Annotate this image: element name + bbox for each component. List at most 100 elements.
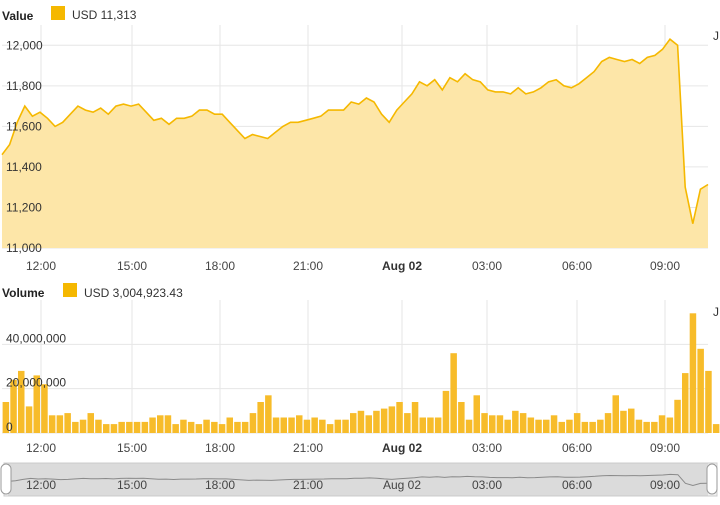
volume-bar bbox=[180, 420, 187, 433]
volume-bar bbox=[327, 424, 334, 433]
value-x-tick-label: 15:00 bbox=[117, 259, 147, 273]
volume-bar bbox=[57, 415, 64, 433]
volume-bar bbox=[296, 415, 303, 433]
volume-bar bbox=[335, 420, 342, 433]
volume-bar bbox=[643, 422, 650, 433]
volume-bar bbox=[474, 395, 481, 433]
volume-bar bbox=[396, 402, 403, 433]
volume-bar bbox=[559, 422, 566, 433]
navigator-selection[interactable] bbox=[8, 463, 708, 496]
navigator[interactable]: 12:0015:0018:0021:00Aug 0203:0006:0009:0… bbox=[1, 463, 717, 496]
volume-x-tick-label: 06:00 bbox=[562, 441, 592, 455]
volume-x-axis: 12:0015:0018:0021:00Aug 0203:0006:0009:0… bbox=[26, 441, 680, 455]
volume-bar bbox=[219, 424, 226, 433]
volume-y-tick-label: 20,000,000 bbox=[6, 376, 66, 390]
volume-bar bbox=[188, 422, 195, 433]
volume-bar bbox=[103, 424, 110, 433]
volume-bar bbox=[520, 413, 527, 433]
volume-bar bbox=[651, 422, 658, 433]
volume-bar bbox=[667, 418, 674, 434]
value-x-tick-label: 12:00 bbox=[26, 259, 56, 273]
volume-bar bbox=[574, 413, 581, 433]
navigator-right-handle[interactable] bbox=[707, 464, 717, 494]
volume-bar bbox=[304, 420, 311, 433]
value-x-tick-label: 06:00 bbox=[562, 259, 592, 273]
volume-bar bbox=[443, 391, 450, 433]
navigator-label: Aug 02 bbox=[383, 478, 421, 492]
volume-bar bbox=[620, 411, 627, 433]
volume-x-tick-label: 21:00 bbox=[293, 441, 323, 455]
volume-legend-label[interactable]: USD 3,004,923.43 bbox=[84, 286, 183, 300]
value-y-tick-label: 11,800 bbox=[6, 79, 42, 93]
volume-bar bbox=[111, 424, 118, 433]
volume-bar bbox=[450, 353, 457, 433]
value-legend-swatch[interactable] bbox=[51, 6, 65, 20]
value-area bbox=[2, 39, 708, 248]
volume-bar bbox=[196, 424, 203, 433]
value-y-tick-label: 11,000 bbox=[6, 241, 42, 255]
volume-grid bbox=[2, 300, 708, 433]
volume-bar bbox=[126, 422, 133, 433]
volume-bar bbox=[551, 415, 558, 433]
volume-bar bbox=[674, 400, 681, 433]
navigator-left-handle[interactable] bbox=[1, 464, 11, 494]
volume-bar bbox=[211, 422, 218, 433]
volume-x-tick-label: 09:00 bbox=[650, 441, 680, 455]
volume-bar bbox=[659, 415, 666, 433]
volume-bar bbox=[682, 373, 689, 433]
volume-x-tick-label: 15:00 bbox=[117, 441, 147, 455]
volume-bar bbox=[636, 420, 643, 433]
volume-bar bbox=[118, 422, 125, 433]
volume-bar bbox=[628, 409, 635, 433]
volume-bar bbox=[342, 420, 349, 433]
volume-bar bbox=[404, 413, 411, 433]
volume-bar bbox=[489, 415, 496, 433]
volume-bar bbox=[566, 420, 573, 433]
navigator-label: 09:00 bbox=[650, 478, 680, 492]
volume-panel-title: Volume bbox=[2, 286, 45, 300]
value-legend-label[interactable]: USD 11,313 bbox=[72, 8, 137, 22]
volume-bar bbox=[88, 413, 95, 433]
volume-bar bbox=[273, 418, 280, 434]
volume-bar bbox=[582, 422, 589, 433]
volume-bar bbox=[149, 418, 156, 434]
value-corner-label: J bbox=[713, 29, 719, 43]
volume-bar bbox=[613, 395, 620, 433]
navigator-label: 03:00 bbox=[472, 478, 502, 492]
navigator-label: 15:00 bbox=[117, 478, 147, 492]
volume-bar bbox=[311, 418, 318, 434]
volume-bar bbox=[350, 413, 357, 433]
volume-bar bbox=[373, 411, 380, 433]
volume-bar bbox=[49, 415, 56, 433]
chart-container: Value USD 11,313 J Volume USD 3,004,923.… bbox=[0, 0, 720, 500]
value-y-tick-label: 12,000 bbox=[6, 38, 43, 52]
value-x-tick-label: 03:00 bbox=[472, 259, 502, 273]
volume-legend-swatch[interactable] bbox=[63, 283, 77, 297]
volume-x-tick-label: 18:00 bbox=[205, 441, 235, 455]
volume-bar bbox=[697, 349, 704, 433]
volume-bar bbox=[366, 415, 373, 433]
value-y-tick-label: 11,200 bbox=[6, 201, 42, 215]
volume-bar bbox=[26, 406, 33, 433]
navigator-label: 21:00 bbox=[293, 478, 323, 492]
volume-corner-label: J bbox=[713, 305, 719, 319]
volume-bar bbox=[497, 415, 504, 433]
value-x-tick-label: Aug 02 bbox=[382, 259, 422, 273]
volume-bar bbox=[95, 420, 102, 433]
volume-bar bbox=[157, 415, 164, 433]
volume-bar bbox=[134, 422, 141, 433]
volume-bar bbox=[203, 420, 210, 433]
navigator-label: 18:00 bbox=[205, 478, 235, 492]
volume-bar bbox=[234, 422, 241, 433]
volume-x-tick-label: Aug 02 bbox=[382, 441, 422, 455]
volume-bar bbox=[420, 418, 427, 434]
volume-y-tick-label: 0 bbox=[6, 420, 13, 434]
volume-bar bbox=[528, 418, 535, 434]
volume-bar bbox=[319, 420, 326, 433]
volume-bar bbox=[535, 420, 542, 433]
volume-bar bbox=[412, 402, 419, 433]
volume-bar bbox=[41, 384, 48, 433]
volume-bar bbox=[257, 402, 264, 433]
navigator-label: 12:00 bbox=[26, 478, 56, 492]
volume-bar bbox=[589, 422, 596, 433]
